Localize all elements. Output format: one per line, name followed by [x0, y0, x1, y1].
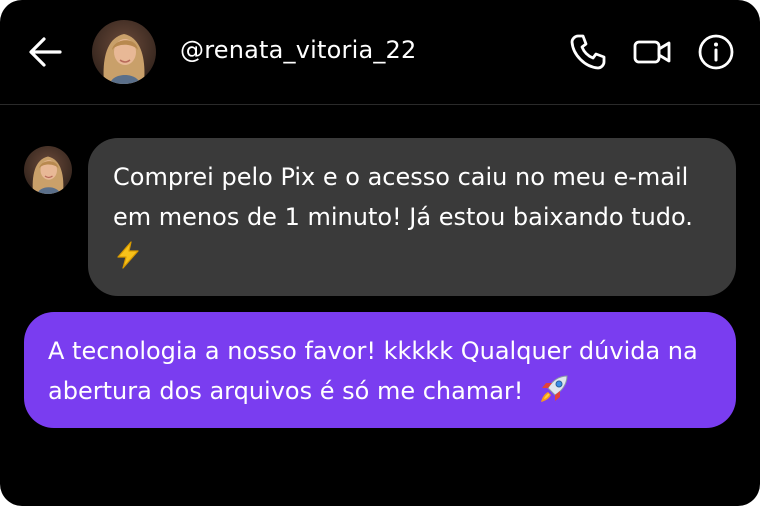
lightning-emoji: [113, 237, 710, 277]
info-icon: [698, 34, 734, 70]
back-button[interactable]: [26, 34, 66, 70]
message-text-line: A tecnologia a nosso favor! kkkkk Qualqu…: [48, 337, 698, 365]
avatar-photo: [92, 20, 156, 84]
avatar-photo: [24, 146, 72, 194]
outgoing-message-bubble[interactable]: A tecnologia a nosso favor! kkkkk Qualqu…: [24, 312, 736, 428]
contact-avatar[interactable]: [92, 20, 156, 84]
dm-screen: @renata_vitoria_22 Comprei pelo Pix e o …: [0, 0, 760, 506]
contact-username[interactable]: @renata_vitoria_22: [180, 36, 417, 64]
message-text-line: Comprei pelo Pix e o acesso caiu no meu …: [113, 163, 689, 191]
chat-header: @renata_vitoria_22: [0, 0, 760, 105]
message-sender-avatar[interactable]: [24, 146, 72, 194]
message-text-line: em menos de 1 minuto! Já estou baixando …: [113, 203, 693, 231]
arrow-left-icon: [29, 37, 62, 67]
video-camera-icon: [633, 40, 671, 64]
incoming-message-bubble[interactable]: Comprei pelo Pix e o acesso caiu no meu …: [88, 138, 736, 296]
info-button[interactable]: [696, 32, 736, 72]
video-call-button[interactable]: [632, 32, 672, 72]
lightning-icon: [117, 241, 139, 269]
call-button[interactable]: [568, 32, 608, 72]
message-text-line: abertura dos arquivos é só me chamar!: [48, 377, 524, 405]
message-text-line-with-emoji: abertura dos arquivos é só me chamar!: [48, 371, 712, 411]
phone-icon: [570, 34, 606, 70]
rocket-emoji: [541, 375, 568, 402]
